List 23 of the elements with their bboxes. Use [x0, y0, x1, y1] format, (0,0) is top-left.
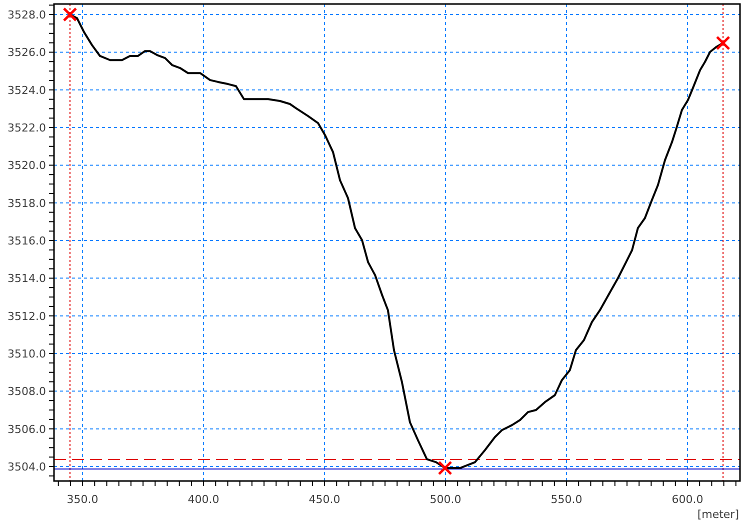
tick-label: 3504.0 [8, 460, 46, 474]
tick-label: 3522.0 [8, 122, 46, 135]
tick-label: 3516.0 [8, 234, 46, 248]
tick-label: 3510.0 [8, 348, 46, 360]
tick-label: 600.0 [672, 493, 704, 506]
tick-label: 550.0 [550, 493, 582, 506]
tick-label: 350.0 [66, 493, 98, 506]
tick-label: 3506.0 [8, 422, 46, 436]
axis-unit-label: [meter] [697, 508, 739, 521]
tick-label: 3528.0 [8, 8, 46, 22]
tick-label: 450.0 [308, 493, 340, 506]
tick-label: 3520.0 [8, 159, 46, 172]
tick-label: 3508.0 [8, 385, 46, 398]
tick-label: 3518.0 [8, 196, 46, 210]
tick-label: 400.0 [188, 493, 220, 506]
cross-marker [438, 460, 452, 476]
cross-marker [716, 36, 730, 50]
tick-label: 3514.0 [8, 272, 46, 286]
tick-label: 3524.0 [8, 84, 46, 97]
tick-label: 500.0 [430, 493, 462, 506]
tick-label: 3512.0 [8, 310, 46, 323]
tick-label: 3526.0 [8, 46, 46, 60]
cross-marker [62, 7, 78, 22]
